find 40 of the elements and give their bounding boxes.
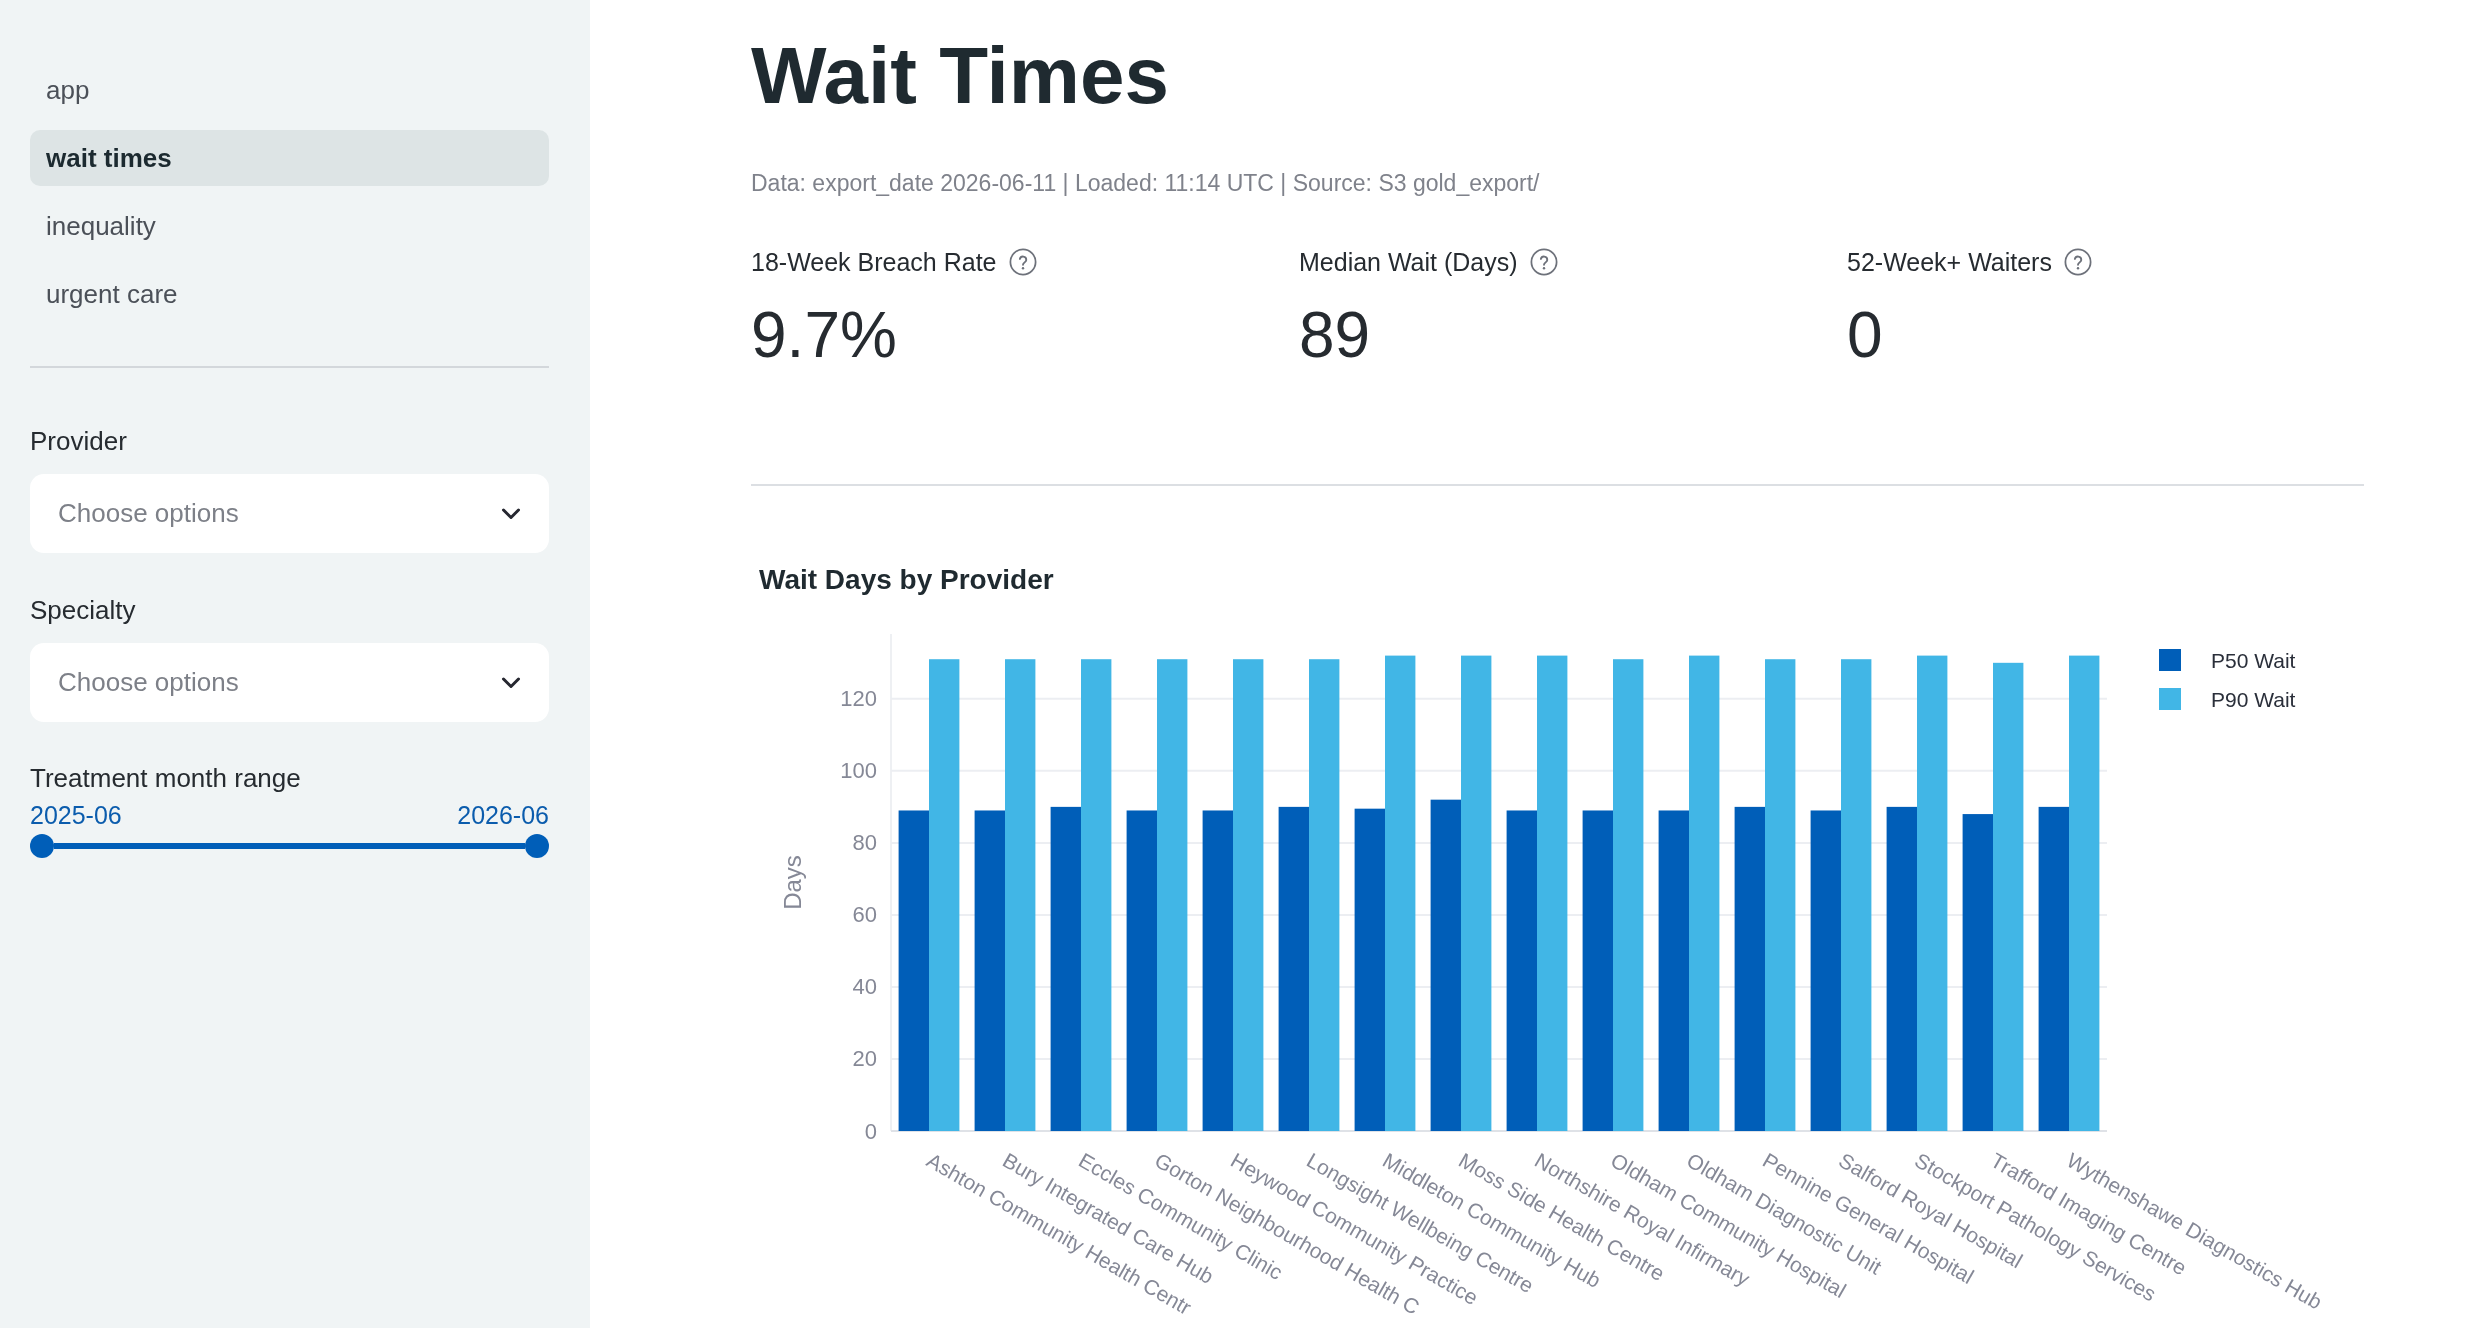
dropdown-input[interactable]: Choose options: [58, 667, 248, 698]
help-icon[interactable]: [1529, 248, 1558, 276]
nav-link[interactable]: wait times: [30, 130, 549, 186]
filter-label: Specialty: [30, 594, 137, 627]
slider-start-value: 2025-06: [30, 800, 122, 831]
metric-label: Median Wait (Days): [1299, 247, 1518, 277]
legend-label: P90 Wait: [2211, 687, 2296, 711]
data-source-caption: Data: export_date 2026-06-11 | Loaded: 11:14 UTC | Source: S3 gold_export/: [751, 169, 1541, 198]
y-axis-tick-label: 40: [852, 974, 877, 1000]
metric-label: 18-Week Breach Rate: [751, 247, 997, 277]
y-axis-tick-label: 100: [840, 758, 877, 784]
metric-value: 0: [1847, 298, 1884, 373]
multiselect-dropdown[interactable]: Choose options: [30, 643, 549, 722]
slider-label: Treatment month range: [30, 762, 302, 795]
page-title: Wait Times: [751, 30, 1170, 122]
y-axis-tick-label: 60: [852, 902, 877, 928]
metric-value: 9.7%: [751, 298, 898, 373]
legend-label: P50 Wait: [2211, 648, 2296, 672]
nav-link[interactable]: app: [30, 62, 549, 118]
slider-handle[interactable]: [525, 834, 549, 858]
slider-handle[interactable]: [30, 834, 54, 858]
slider-end-value: 2026-06: [457, 800, 549, 831]
filter-label: Provider: [30, 425, 128, 458]
help-icon[interactable]: [1008, 248, 1037, 276]
dropdown-input[interactable]: Choose options: [58, 498, 248, 529]
y-axis-tick-label: 120: [840, 686, 877, 712]
y-axis-tick-label: 20: [852, 1046, 877, 1072]
chevron-down-icon: [501, 507, 521, 520]
y-axis-title: Days: [778, 855, 806, 910]
y-axis-tick-label: 0: [864, 1118, 877, 1144]
multiselect-dropdown[interactable]: Choose options: [30, 474, 549, 553]
nav-link[interactable]: urgent care: [30, 266, 549, 322]
help-icon[interactable]: [2063, 248, 2092, 276]
nav-link[interactable]: inequality: [30, 198, 549, 254]
chevron-down-icon: [501, 676, 521, 689]
y-axis-tick-label: 80: [852, 830, 877, 856]
chart-title: Wait Days by Provider: [759, 563, 1055, 597]
metric-label: 52-Week+ Waiters: [1847, 247, 2052, 277]
metric-value: 89: [1299, 298, 1372, 373]
range-slider-track[interactable]: [54, 843, 525, 849]
